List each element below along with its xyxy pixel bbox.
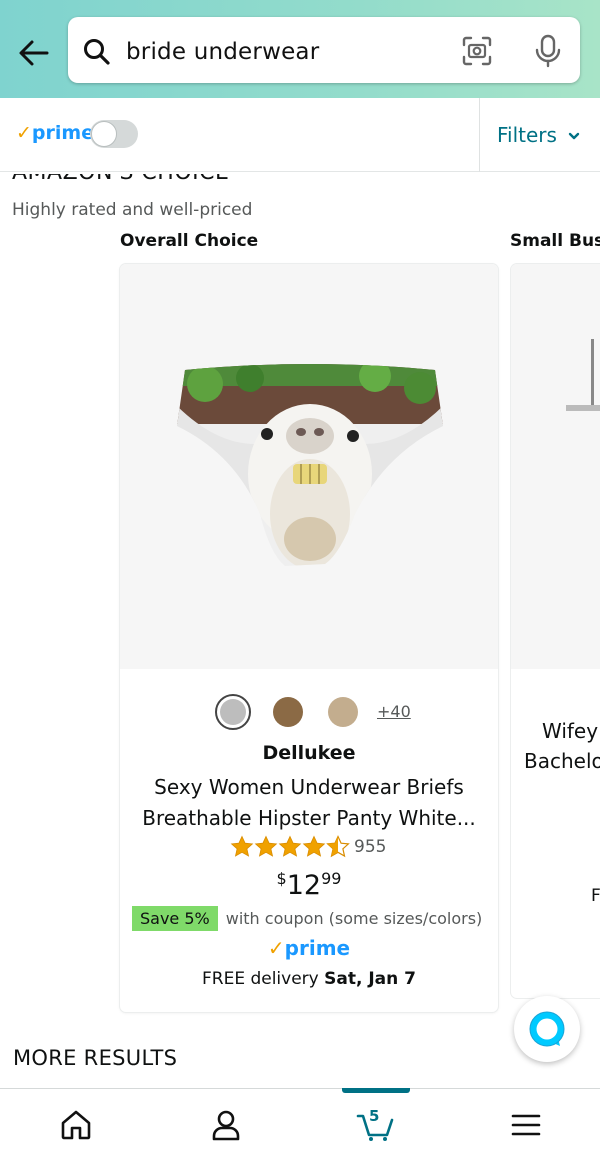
nav-home[interactable]: [36, 1089, 116, 1160]
cart-count: 5: [369, 1107, 380, 1125]
star-half-icon: [326, 835, 350, 858]
coupon-text: with coupon (some sizes/colors): [225, 908, 483, 928]
divider: [479, 98, 480, 172]
prime-check-mark: ✓: [16, 122, 32, 144]
search-query[interactable]: bride underwear: [126, 39, 319, 65]
header: bride underwear: [0, 0, 600, 98]
color-swatch[interactable]: [328, 697, 358, 727]
product-image-area[interactable]: [120, 264, 498, 669]
price-symbol: $: [276, 869, 287, 888]
filters-button[interactable]: Filters: [497, 123, 557, 147]
back-button[interactable]: [14, 33, 54, 73]
price-fraction: 99: [321, 869, 342, 888]
product-rating[interactable]: 955: [230, 834, 386, 860]
delivery-info: FREE delivery Sat, Jan 7: [120, 969, 498, 989]
product-card[interactable]: +40 Dellukee Sexy Women Underwear Briefs…: [120, 264, 498, 1012]
more-results-heading: MORE RESULTS: [13, 1046, 178, 1070]
price-whole: 12: [286, 870, 322, 901]
star-full-icon: [254, 835, 278, 857]
star-full-icon: [278, 835, 302, 857]
card-label-small-business: Small Busi: [510, 231, 600, 251]
nav-cart[interactable]: 5: [336, 1089, 416, 1160]
person-icon: [212, 1110, 240, 1141]
alexa-icon: [529, 1011, 565, 1047]
product-image-area[interactable]: [511, 264, 600, 669]
delivery-fragment: F: [591, 886, 600, 906]
rating-count: 955: [354, 837, 387, 857]
camera-scan-icon[interactable]: [461, 35, 493, 67]
more-colors-link[interactable]: +40: [377, 702, 411, 721]
product-brand: Dellukee: [262, 742, 356, 764]
product-title-line-1[interactable]: Sexy Women Underwear Briefs: [120, 775, 498, 799]
color-swatch-selected[interactable]: [215, 694, 251, 730]
delivery-date: Sat, Jan 7: [324, 969, 417, 989]
bottom-nav: 5: [0, 1088, 600, 1160]
section-subtitle: Highly rated and well-priced: [12, 200, 253, 220]
chevron-down-icon: [568, 132, 580, 140]
active-tab-indicator: [342, 1088, 410, 1093]
color-swatches: +40: [120, 692, 498, 732]
prime-toggle-knob: [91, 121, 117, 147]
rating-stars: [230, 835, 350, 859]
star-full-icon: [302, 835, 326, 857]
hamburger-menu-icon: [511, 1114, 541, 1136]
prime-check-mark: ✓: [267, 936, 285, 960]
search-results-page: bride underwear ✓prime Filters AMAZON'S …: [0, 0, 600, 1160]
prime-toggle[interactable]: [90, 120, 138, 148]
back-arrow-icon: [19, 40, 49, 66]
prime-badge: ✓prime: [120, 936, 498, 960]
alexa-button[interactable]: [514, 996, 580, 1062]
prime-logo: ✓prime: [16, 122, 94, 144]
search-icon: [84, 39, 110, 65]
product-title-line-2[interactable]: Breathable Hipster Panty White...: [120, 806, 498, 830]
filter-bar: ✓prime Filters: [0, 98, 600, 172]
swatch-fill: [220, 699, 246, 725]
prime-label: prime: [31, 122, 95, 144]
product-title-line-1[interactable]: Wifey: [542, 719, 598, 743]
product-image-fragment: [591, 339, 594, 409]
product-card-partial[interactable]: Wifey Bachelo F: [511, 264, 600, 998]
coupon-row: Save 5% with coupon (some sizes/colors): [132, 905, 482, 931]
card-label-overall-choice: Overall Choice: [120, 231, 259, 251]
delivery-prefix: FREE delivery: [201, 969, 319, 989]
color-swatch[interactable]: [273, 697, 303, 727]
coupon-badge: Save 5%: [132, 905, 218, 931]
product-image-fragment: [566, 405, 600, 411]
product-title-line-2[interactable]: Bachelo: [524, 749, 600, 773]
nav-account[interactable]: [186, 1089, 266, 1160]
star-full-icon: [230, 835, 254, 857]
product-price: $1299: [120, 869, 498, 901]
product-image[interactable]: [175, 364, 445, 569]
nav-menu[interactable]: [486, 1089, 566, 1160]
microphone-icon[interactable]: [533, 34, 563, 68]
prime-label: prime: [284, 936, 351, 960]
home-icon: [61, 1110, 91, 1140]
search-input[interactable]: bride underwear: [68, 17, 580, 83]
